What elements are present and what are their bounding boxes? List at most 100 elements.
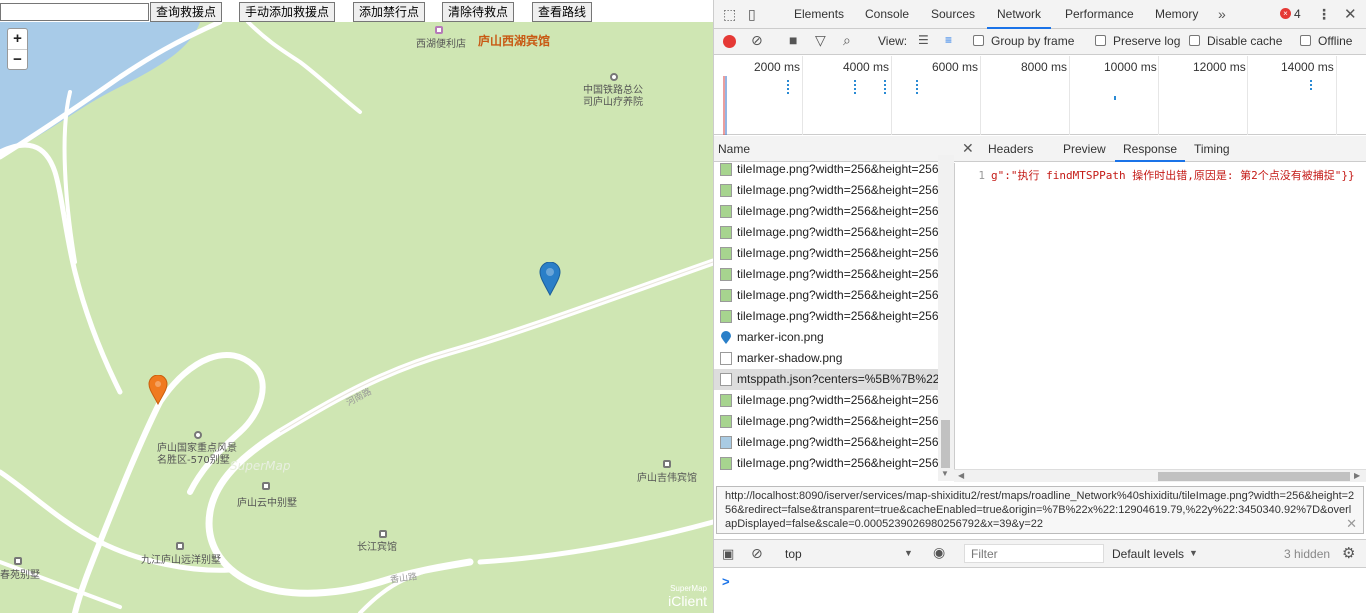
preserve-log-checkbox[interactable]	[1095, 35, 1106, 46]
poi-label: 春苑别墅	[0, 570, 40, 581]
query-rescue-points-button[interactable]: 查询救援点	[150, 2, 223, 22]
scroll-right-icon[interactable]: ▶	[1354, 471, 1360, 480]
device-toolbar-icon[interactable]: ▯	[748, 6, 756, 23]
eye-icon[interactable]: ◉	[933, 544, 945, 561]
tab-elements[interactable]: Elements	[784, 0, 854, 29]
tab-response[interactable]: Response	[1115, 136, 1186, 162]
disable-cache-checkbox[interactable]	[1189, 35, 1200, 46]
record-icon[interactable]	[723, 35, 736, 48]
image-file-icon	[720, 226, 732, 239]
villa-icon	[262, 482, 270, 490]
map-canvas[interactable]: + − 西湖便利店 庐山西湖宾馆 中国铁路总公 司庐山疗养院 庐山国家重点风景 …	[0, 22, 713, 613]
offline-label: Offline	[1318, 34, 1353, 48]
blue-marker-icon[interactable]	[539, 262, 561, 296]
console-filter-input[interactable]: Filter	[964, 544, 1104, 563]
levels-dropdown-icon[interactable]: ▼	[1189, 548, 1198, 558]
zoom-out-button[interactable]: −	[8, 49, 27, 69]
tab-memory[interactable]: Memory	[1145, 0, 1208, 29]
image-file-icon	[720, 457, 732, 470]
tab-timing[interactable]: Timing	[1186, 136, 1238, 162]
scrollbar-thumb[interactable]	[941, 420, 950, 468]
screenshot-icon[interactable]: ■	[789, 32, 797, 48]
poi-label-hotel: 庐山西湖宾馆	[478, 34, 551, 48]
clear-pending-rescue-button[interactable]: 清除待救点	[442, 2, 515, 22]
request-row[interactable]: tileImage.png?width=256&height=256	[714, 453, 938, 474]
close-detail-icon[interactable]: ✕	[962, 140, 974, 157]
request-row[interactable]: mtsppath.json?centers=%5B%7B%22x%22	[714, 369, 938, 390]
response-hscrollbar[interactable]: ◀ ▶	[954, 469, 1366, 482]
close-devtools-icon[interactable]: ✕	[1344, 5, 1357, 23]
tab-preview[interactable]: Preview	[1055, 136, 1114, 162]
request-row[interactable]: marker-icon.png	[714, 327, 938, 348]
request-list-scrollbar[interactable]: ▼	[938, 155, 954, 481]
clear-console-icon[interactable]: ⊘	[751, 545, 763, 562]
map-watermark: SuperMap	[230, 459, 291, 473]
context-selector[interactable]: top	[785, 547, 802, 561]
network-overview[interactable]: 2000 ms 4000 ms 6000 ms 8000 ms 10000 ms…	[714, 56, 1366, 135]
request-name: marker-shadow.png	[737, 351, 843, 365]
poi-label: 庐山云中别墅	[237, 498, 297, 509]
console-prompt[interactable]: >	[714, 568, 1366, 613]
shop-icon	[435, 26, 443, 34]
add-rescue-point-manually-button[interactable]: 手动添加救援点	[239, 2, 336, 22]
offline-checkbox[interactable]	[1300, 35, 1311, 46]
hscroll-thumb[interactable]	[1158, 472, 1350, 481]
request-row[interactable]: tileImage.png?width=256&height=256	[714, 180, 938, 201]
hidden-count: 3 hidden	[1284, 547, 1331, 561]
url-tooltip: http://localhost:8090/iserver/services/m…	[716, 486, 1364, 534]
tab-headers[interactable]: Headers	[980, 136, 1041, 162]
tooltip-close-icon[interactable]: ✕	[1346, 517, 1357, 531]
request-row[interactable]: tileImage.png?width=256&height=256	[714, 411, 938, 432]
group-by-frame-label: Group by frame	[991, 34, 1075, 48]
default-levels-dropdown[interactable]: Default levels	[1112, 547, 1184, 561]
view-route-button[interactable]: 查看路线	[532, 2, 593, 22]
error-icon: ×	[1280, 8, 1291, 19]
scroll-left-icon[interactable]: ◀	[958, 471, 964, 480]
zoom-control: + −	[7, 28, 28, 70]
waterfall-icon[interactable]: ≡	[945, 33, 952, 47]
filter-icon[interactable]: ▽	[815, 32, 826, 49]
gear-icon[interactable]: ⚙	[1342, 544, 1355, 562]
response-line: 1 g":"执行 findMTSPPath 操作时出错,原因是: 第2个点没有被捕…	[957, 167, 1354, 183]
request-row[interactable]: tileImage.png?width=256&height=256	[714, 432, 938, 453]
error-count[interactable]: 4	[1294, 7, 1301, 21]
clear-icon[interactable]: ⊘	[751, 32, 763, 49]
request-name: tileImage.png?width=256&height=256	[737, 309, 938, 323]
line-number: 1	[978, 169, 985, 182]
request-name: tileImage.png?width=256&height=256	[737, 435, 938, 449]
poi-label: 庐山吉伟宾馆	[637, 473, 697, 484]
search-icon[interactable]: ⌕	[843, 32, 851, 49]
request-row[interactable]: tileImage.png?width=256&height=256	[714, 201, 938, 222]
tab-console[interactable]: Console	[855, 0, 919, 29]
request-row[interactable]: tileImage.png?width=256&height=256	[714, 285, 938, 306]
response-body[interactable]: 1 g":"执行 findMTSPPath 操作时出错,原因是: 第2个点没有被捕…	[954, 163, 1366, 481]
request-row[interactable]: marker-shadow.png	[714, 348, 938, 369]
request-row[interactable]: tileImage.png?width=256&height=256	[714, 159, 938, 180]
sidebar-toggle-icon[interactable]: ▣	[722, 546, 734, 562]
name-column-header[interactable]: Name	[718, 142, 750, 156]
group-by-frame-checkbox[interactable]	[973, 35, 984, 46]
scroll-down-icon[interactable]: ▼	[941, 469, 949, 478]
kebab-menu-icon[interactable]: ⋮	[1317, 6, 1331, 23]
poi-label: 西湖便利店	[416, 39, 466, 50]
context-dropdown-icon[interactable]: ▼	[904, 548, 913, 558]
inspect-element-icon[interactable]: ⬚	[723, 6, 736, 23]
more-tabs-icon[interactable]: »	[1218, 6, 1226, 22]
poi-label: 长江宾馆	[357, 542, 397, 553]
request-row[interactable]: tileImage.png?width=256&height=256	[714, 390, 938, 411]
tab-network[interactable]: Network	[987, 0, 1052, 29]
add-no-go-point-button[interactable]: 添加禁行点	[353, 2, 426, 22]
large-rows-icon[interactable]: ☰	[918, 33, 929, 47]
map-app: 查询救援点 手动添加救援点 添加禁行点 清除待救点 查看路线 + − 西湖便利店…	[0, 0, 713, 613]
tab-performance[interactable]: Performance	[1055, 0, 1144, 29]
request-row[interactable]: tileImage.png?width=256&height=256	[714, 222, 938, 243]
zoom-in-button[interactable]: +	[8, 29, 27, 49]
tab-sources[interactable]: Sources	[921, 0, 985, 29]
search-input[interactable]	[0, 3, 149, 21]
request-row[interactable]: tileImage.png?width=256&height=256	[714, 306, 938, 327]
orange-marker-icon[interactable]	[148, 375, 168, 405]
request-row[interactable]: tileImage.png?width=256&height=256	[714, 264, 938, 285]
request-list[interactable]: tileImage.png?width=256&height=256 tileIm…	[714, 155, 938, 481]
request-row[interactable]: tileImage.png?width=256&height=256	[714, 243, 938, 264]
image-file-icon	[720, 289, 732, 302]
